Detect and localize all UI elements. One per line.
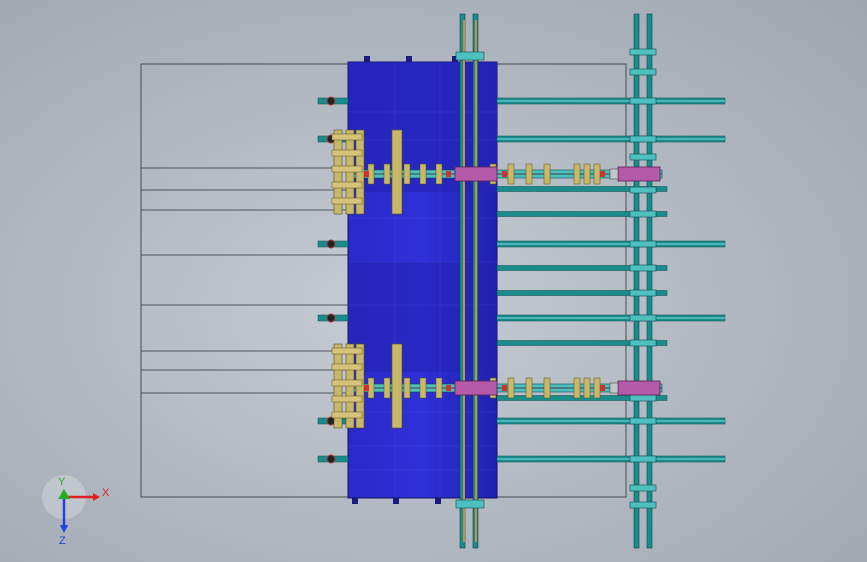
beam-block bbox=[435, 377, 443, 399]
rail-clamp bbox=[629, 314, 657, 322]
slider-right bbox=[617, 166, 661, 182]
rail-clamp bbox=[629, 135, 657, 143]
beam-block bbox=[435, 163, 443, 185]
rail-end-cap bbox=[326, 313, 336, 323]
y-axis-label: Y bbox=[58, 476, 66, 488]
beam-block bbox=[593, 377, 601, 399]
rail-clamp bbox=[629, 264, 657, 272]
beam-marker bbox=[600, 171, 605, 177]
rail-clamp bbox=[629, 68, 657, 76]
cad-model-view[interactable]: X Y Z bbox=[0, 0, 867, 562]
z-axis-label: Z bbox=[59, 535, 66, 547]
beam-block bbox=[573, 163, 581, 185]
beam-block bbox=[525, 377, 533, 399]
beam-block bbox=[543, 377, 551, 399]
beam-block bbox=[403, 163, 411, 185]
slider-cap bbox=[609, 382, 619, 394]
beam-marker bbox=[502, 171, 507, 177]
beam-marker bbox=[600, 385, 605, 391]
beam-block bbox=[383, 377, 391, 399]
beam-block bbox=[525, 163, 533, 185]
slider-center bbox=[454, 166, 498, 182]
slider-cap bbox=[609, 168, 619, 180]
carriage-bolt-row bbox=[331, 379, 363, 387]
carriage-bolt-row bbox=[331, 149, 363, 157]
graphics-viewport[interactable]: X Y Z bbox=[0, 0, 867, 562]
carriage-bolt-row bbox=[331, 347, 363, 355]
vertical-rail-right[interactable] bbox=[629, 13, 657, 549]
beam-block bbox=[583, 163, 591, 185]
beam-marker bbox=[446, 385, 451, 391]
slider-center bbox=[454, 380, 498, 396]
rail-clamp bbox=[629, 48, 657, 56]
beam-marker bbox=[446, 171, 451, 177]
rail-clamp bbox=[629, 455, 657, 463]
slider-right bbox=[617, 380, 661, 396]
rail-end-cap bbox=[326, 454, 336, 464]
beam-block bbox=[507, 163, 515, 185]
carriage-bolt-row bbox=[331, 411, 363, 419]
beam-block bbox=[419, 377, 427, 399]
beam-block bbox=[507, 377, 515, 399]
rail-clamp bbox=[629, 501, 657, 509]
beam-block bbox=[593, 163, 601, 185]
coordinate-triad: X Y Z bbox=[42, 475, 110, 547]
beam-marker bbox=[364, 385, 369, 391]
carriage-bolt-row bbox=[331, 133, 363, 141]
rail-clamp bbox=[629, 417, 657, 425]
x-axis-label: X bbox=[102, 487, 110, 499]
carriage-bolt-row bbox=[331, 363, 363, 371]
rail-clamp bbox=[629, 394, 657, 402]
carriage-bolt-row bbox=[331, 395, 363, 403]
rail-end-cap bbox=[326, 96, 336, 106]
rail-clamp bbox=[629, 210, 657, 218]
carriage-plate bbox=[391, 129, 403, 215]
beam-block bbox=[419, 163, 427, 185]
rail-clamp bbox=[629, 186, 657, 194]
carriage-bolt-row bbox=[331, 181, 363, 189]
rail-clamp bbox=[629, 97, 657, 105]
beam-block bbox=[583, 377, 591, 399]
beam-block bbox=[383, 163, 391, 185]
beam-marker bbox=[502, 385, 507, 391]
carriage-bolt-row bbox=[331, 197, 363, 205]
carriage-plate bbox=[391, 343, 403, 429]
beam-block bbox=[543, 163, 551, 185]
rail-clamp bbox=[629, 153, 657, 161]
beam-block bbox=[403, 377, 411, 399]
rail-end-cap bbox=[326, 239, 336, 249]
rail-clamp bbox=[629, 484, 657, 492]
rail-clamp bbox=[629, 289, 657, 297]
rail-clamp bbox=[629, 240, 657, 248]
carriage-bolt-row bbox=[331, 165, 363, 173]
beam-block bbox=[573, 377, 581, 399]
beam-marker bbox=[364, 171, 369, 177]
rail-clamp bbox=[629, 339, 657, 347]
